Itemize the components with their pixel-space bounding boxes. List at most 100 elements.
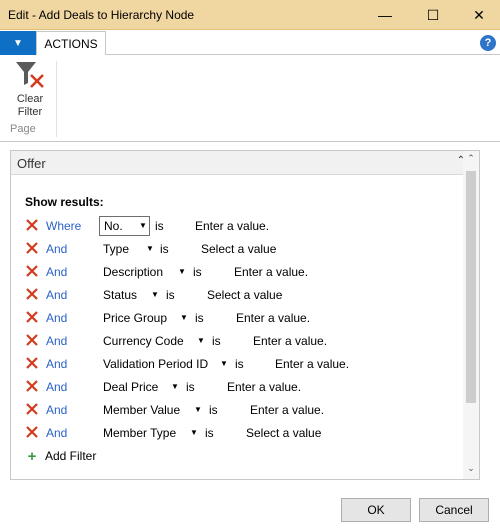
- filter-operator: is: [205, 426, 214, 440]
- filter-field-select[interactable]: Price Group: [99, 308, 167, 328]
- filter-field-select[interactable]: Member Type: [99, 423, 176, 443]
- maximize-button[interactable]: ☐: [410, 0, 456, 30]
- filter-row: And Deal Price ▼ is Enter a value.: [25, 378, 465, 398]
- dropdown-arrow-icon[interactable]: ▼: [171, 382, 179, 391]
- dropdown-arrow-icon[interactable]: ▼: [220, 359, 228, 368]
- filter-value-input[interactable]: Enter a value.: [227, 380, 301, 394]
- ribbon-tabs: ▼ ACTIONS ?: [0, 31, 500, 56]
- tab-actions[interactable]: ACTIONS: [36, 31, 106, 56]
- remove-filter-icon[interactable]: [25, 425, 39, 439]
- clear-filter-label-line1: Clear: [16, 93, 44, 105]
- filter-row: And Type ▼ is Select a value: [25, 240, 465, 260]
- remove-filter-icon[interactable]: [25, 379, 39, 393]
- filter-value-input[interactable]: Enter a value.: [275, 357, 349, 371]
- filter-row: And Member Type ▼ is Select a value: [25, 424, 465, 444]
- filter-value-input[interactable]: Enter a value.: [253, 334, 327, 348]
- filter-value-input[interactable]: Select a value: [246, 426, 321, 440]
- dropdown-arrow-icon[interactable]: ▼: [180, 313, 188, 322]
- filter-operator: is: [155, 219, 164, 233]
- remove-filter-icon[interactable]: [25, 218, 39, 232]
- scroll-up-icon[interactable]: ⌃: [463, 153, 479, 167]
- filter-operator: is: [195, 311, 204, 325]
- remove-filter-icon[interactable]: [25, 310, 39, 324]
- remove-filter-icon[interactable]: [25, 264, 39, 278]
- dropdown-arrow-icon[interactable]: ▼: [194, 405, 202, 414]
- remove-filter-icon[interactable]: [25, 333, 39, 347]
- filter-field-label: Validation Period ID: [103, 357, 209, 371]
- dropdown-arrow-icon[interactable]: ▼: [178, 267, 186, 276]
- title-bar: Edit - Add Deals to Hierarchy Node — ☐ ✕: [0, 0, 500, 30]
- filter-row: And Validation Period ID ▼ is Enter a va…: [25, 355, 465, 375]
- close-button[interactable]: ✕: [456, 0, 500, 30]
- group-separator: [56, 61, 57, 137]
- filter-conjunction: And: [46, 426, 68, 440]
- filter-field-label: Type: [103, 242, 130, 256]
- filter-field-label: Price Group: [103, 311, 168, 325]
- filter-operator: is: [212, 334, 221, 348]
- dropdown-arrow-icon[interactable]: ▼: [197, 336, 205, 345]
- app-menu-button[interactable]: ▼: [0, 31, 36, 55]
- remove-filter-icon[interactable]: [25, 287, 39, 301]
- filter-row: And Description ▼ is Enter a value.: [25, 263, 465, 283]
- filter-field-label: No.: [104, 219, 123, 233]
- filter-field-select[interactable]: Status: [99, 285, 137, 305]
- filter-operator: is: [166, 288, 175, 302]
- filter-value-input[interactable]: Enter a value.: [236, 311, 310, 325]
- filter-row: And Currency Code ▼ is Enter a value.: [25, 332, 465, 352]
- help-icon[interactable]: ?: [480, 35, 496, 51]
- filter-value-input[interactable]: Enter a value.: [234, 265, 308, 279]
- close-icon: ✕: [473, 6, 485, 23]
- filter-field-label: Deal Price: [103, 380, 159, 394]
- scroll-thumb[interactable]: [466, 171, 476, 403]
- ribbon-body: Clear Filter Page: [0, 55, 500, 142]
- clear-filter-icon: [16, 62, 44, 88]
- filter-value-input[interactable]: Select a value: [201, 242, 276, 256]
- cancel-button[interactable]: Cancel: [419, 498, 489, 522]
- filter-conjunction: And: [46, 288, 68, 302]
- minimize-icon: —: [378, 7, 392, 23]
- filter-row: Where No. ▼ is Enter a value.: [25, 216, 465, 237]
- add-filter-button[interactable]: + Add Filter: [25, 447, 97, 465]
- fasttab-header[interactable]: Offer ⌃: [11, 151, 471, 175]
- filter-field-select[interactable]: Currency Code: [99, 331, 184, 351]
- filter-conjunction: And: [46, 311, 68, 325]
- filter-row: And Member Value ▼ is Enter a value.: [25, 401, 465, 421]
- filter-value-input[interactable]: Enter a value.: [195, 219, 269, 233]
- filter-conjunction: And: [46, 242, 68, 256]
- filter-conjunction: Where: [46, 219, 82, 233]
- filter-operator: is: [160, 242, 169, 256]
- filter-operator: is: [209, 403, 218, 417]
- filter-panel: Offer ⌃ ⌃ ⌄ Show results: Where No. ▼ is…: [10, 150, 480, 480]
- scrollbar[interactable]: ⌃ ⌄: [463, 151, 479, 479]
- filter-field-select[interactable]: Member Value: [99, 400, 180, 420]
- dropdown-arrow-icon[interactable]: ▼: [146, 244, 154, 253]
- minimize-button[interactable]: —: [362, 0, 408, 30]
- filter-row: And Status ▼ is Select a value: [25, 286, 465, 306]
- clear-filter-button[interactable]: Clear Filter: [8, 59, 52, 121]
- remove-filter-icon[interactable]: [25, 241, 39, 255]
- plus-icon: +: [27, 447, 37, 465]
- filter-field-select[interactable]: Validation Period ID: [99, 354, 208, 374]
- dropdown-arrow-icon: ▼: [13, 37, 23, 49]
- filter-row: And Price Group ▼ is Enter a value.: [25, 309, 465, 329]
- filter-field-select[interactable]: No. ▼: [99, 216, 150, 236]
- dropdown-arrow-icon: ▼: [139, 221, 147, 230]
- filter-operator: is: [186, 380, 195, 394]
- filter-field-select[interactable]: Type: [99, 239, 129, 259]
- dropdown-arrow-icon[interactable]: ▼: [151, 290, 159, 299]
- dropdown-arrow-icon[interactable]: ▼: [190, 428, 198, 437]
- remove-filter-icon[interactable]: [25, 402, 39, 416]
- filter-conjunction: And: [46, 334, 68, 348]
- window-title: Edit - Add Deals to Hierarchy Node: [8, 8, 195, 22]
- scroll-down-icon[interactable]: ⌄: [463, 463, 479, 477]
- remove-filter-icon[interactable]: [25, 356, 39, 370]
- ok-button[interactable]: OK: [341, 498, 411, 522]
- filter-field-select[interactable]: Description: [99, 262, 163, 282]
- show-results-label: Show results:: [25, 195, 104, 209]
- filter-field-label: Currency Code: [103, 334, 184, 348]
- filter-value-input[interactable]: Enter a value.: [250, 403, 324, 417]
- filter-field-select[interactable]: Deal Price: [99, 377, 158, 397]
- filter-field-label: Member Value: [103, 403, 181, 417]
- filter-conjunction: And: [46, 265, 68, 279]
- filter-value-input[interactable]: Select a value: [207, 288, 282, 302]
